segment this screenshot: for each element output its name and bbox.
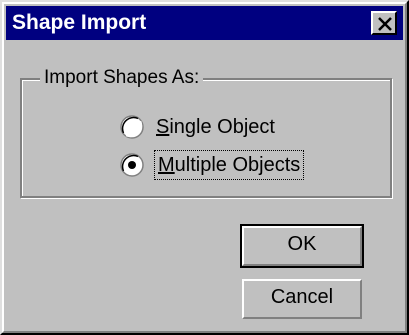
radio-multiple-objects-label: Multiple Objects (153, 150, 305, 180)
radio-single-object[interactable]: Single Object (120, 114, 275, 140)
groupbox-legend: Import Shapes As: (40, 66, 204, 90)
title-bar[interactable]: Shape Import (6, 6, 403, 40)
close-button[interactable] (371, 11, 397, 35)
radio-multiple-objects[interactable]: Multiple Objects (120, 150, 305, 180)
close-icon (378, 17, 392, 31)
cancel-button[interactable]: Cancel (242, 279, 362, 319)
ok-button[interactable]: OK (240, 224, 364, 268)
dialog-title: Shape Import (12, 11, 147, 34)
radio-unselected-icon[interactable] (120, 115, 144, 139)
radio-selected-icon[interactable] (120, 153, 144, 177)
radio-single-object-label: Single Object (156, 116, 275, 138)
shape-import-dialog: Shape Import Import Shapes As: Single Ob… (0, 0, 409, 335)
